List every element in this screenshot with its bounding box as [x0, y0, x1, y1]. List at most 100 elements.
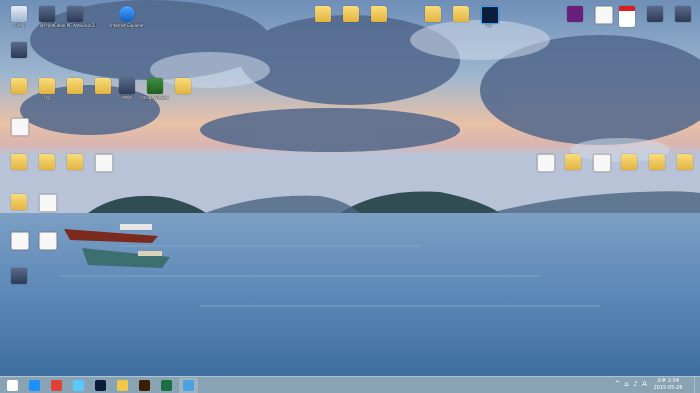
taskbar-chrome[interactable] — [47, 378, 66, 393]
app-icon — [647, 6, 663, 22]
start-button-icon — [7, 380, 18, 391]
desktop-icon[interactable] — [4, 116, 34, 142]
photoshop-icon — [95, 380, 106, 391]
desktop-icon[interactable] — [418, 4, 448, 30]
folder-icon — [677, 154, 693, 170]
shortcut-icon — [95, 154, 113, 172]
desktop-icon[interactable] — [640, 4, 670, 30]
folder-icon — [95, 78, 111, 94]
taskbar-illustrator[interactable] — [135, 378, 154, 393]
desktop-icon[interactable] — [4, 76, 34, 102]
desktop-icon[interactable] — [642, 152, 672, 178]
desktop-icon-label: Internet Explorer — [110, 23, 144, 28]
tray-overflow-icon[interactable]: ^ — [614, 381, 621, 388]
wallpaper-image — [0, 0, 700, 376]
desktop-icon[interactable] — [364, 4, 394, 30]
folder-icon — [565, 154, 581, 170]
desktop-icon[interactable] — [614, 152, 644, 178]
pdf-icon — [619, 6, 635, 27]
app-icon — [11, 268, 27, 284]
taskbar-internet-explorer[interactable] — [25, 378, 44, 393]
network-icon — [39, 6, 55, 22]
taskbar-itunes[interactable] — [69, 378, 88, 393]
desktop-icon[interactable] — [4, 230, 34, 256]
folder-icon — [67, 154, 83, 170]
illustrator-icon — [139, 380, 150, 391]
desktop-icon[interactable] — [4, 266, 34, 292]
internet-explorer-icon — [29, 380, 40, 391]
folder-icon — [67, 78, 83, 94]
system-tray: ^ ⌂ ♪ A 오후 2:04 2015-05-26 — [610, 377, 700, 393]
app-icon — [675, 6, 691, 22]
folder-icon — [649, 154, 665, 170]
desktop-icon[interactable] — [308, 4, 338, 30]
clock-date: 2015-05-26 — [653, 385, 683, 391]
desktop-icon[interactable]: Ps — [474, 4, 504, 30]
desktop-icon[interactable] — [32, 230, 62, 256]
antivirus-icon — [67, 6, 83, 22]
volume-tray-icon[interactable]: ♪ — [632, 381, 639, 388]
desktop-icon[interactable] — [670, 152, 700, 178]
photoshop-icon — [481, 6, 499, 24]
desktop-icon[interactable] — [336, 4, 366, 30]
excel-icon — [161, 380, 172, 391]
desktop-icon[interactable] — [612, 4, 642, 30]
remote-desktop-icon — [183, 380, 194, 391]
folder-icon — [621, 154, 637, 170]
taskbar-photoshop[interactable] — [91, 378, 110, 393]
folder-icon — [371, 6, 387, 22]
internet-explorer-icon — [119, 6, 135, 22]
document-icon — [11, 232, 29, 250]
desktop-icon[interactable]: Internet Explorer — [110, 4, 144, 30]
chrome-icon — [51, 380, 62, 391]
folder-icon — [343, 6, 359, 22]
folder-icon — [11, 78, 27, 94]
clock[interactable]: 오후 2:04 2015-05-26 — [650, 378, 686, 392]
desktop-icon[interactable] — [4, 192, 34, 218]
desktop-icon[interactable] — [560, 4, 590, 30]
desktop-icon[interactable] — [4, 152, 34, 178]
desktop-icon[interactable] — [558, 152, 588, 178]
desktop-icon[interactable]: Clean PC Antivirus 2.0 — [54, 4, 96, 30]
taskbar-start-button[interactable] — [3, 378, 22, 393]
taskbar-remote-desktop[interactable] — [179, 378, 198, 393]
document-icon — [595, 6, 613, 24]
clock-time: 오후 2:04 — [656, 378, 680, 384]
desktop-icon[interactable] — [88, 152, 118, 178]
folder-icon — [175, 78, 191, 94]
desktop-icon[interactable] — [60, 76, 90, 102]
desktop-icon-label: Ps — [486, 23, 492, 28]
desktop-icon[interactable] — [530, 152, 560, 178]
desktop-icon[interactable] — [32, 192, 62, 218]
taskbar-file-explorer[interactable] — [113, 378, 132, 393]
file-explorer-icon — [117, 380, 128, 391]
desktop-icon[interactable] — [586, 152, 616, 178]
document-icon — [39, 232, 57, 250]
desktop-icon[interactable] — [168, 76, 198, 102]
folder-icon — [11, 154, 27, 170]
document-icon — [39, 194, 57, 212]
network-tray-icon[interactable]: ⌂ — [623, 381, 630, 388]
itunes-icon — [73, 380, 84, 391]
desktop-icon[interactable]: Image Viewer — [140, 76, 170, 102]
image-viewer-icon — [147, 78, 163, 94]
visual-studio-icon — [567, 6, 583, 22]
taskbar-excel[interactable] — [157, 378, 176, 393]
folder-icon — [453, 6, 469, 22]
desktop-icon[interactable] — [4, 40, 34, 66]
program-icon — [11, 42, 27, 58]
folder-icon — [315, 6, 331, 22]
folder-icon — [11, 194, 27, 210]
folder-icon — [39, 78, 55, 94]
folder-icon — [39, 154, 55, 170]
document-icon — [11, 118, 29, 136]
desktop-icon-label: Clean PC Antivirus 2.0 — [54, 23, 96, 28]
show-desktop-button[interactable] — [694, 377, 700, 393]
camera-icon — [119, 78, 135, 94]
input-language-icon[interactable]: A — [641, 381, 648, 388]
desktop-icon[interactable] — [668, 4, 698, 30]
desktop-icon[interactable]: 작업 — [32, 76, 62, 102]
desktop-icon[interactable] — [60, 152, 90, 178]
desktop-icon[interactable] — [32, 152, 62, 178]
document-icon — [593, 154, 611, 172]
